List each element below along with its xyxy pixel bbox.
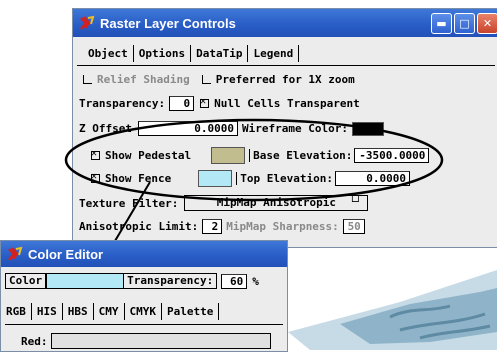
color-editor-app-icon	[7, 246, 23, 262]
color-tab-divider	[5, 324, 283, 325]
tab-his[interactable]: HIS	[32, 303, 63, 320]
tab-rgb[interactable]: RGB	[1, 303, 32, 320]
color-editor-tab-bar: RGB HIS HBS CMY CMYK Palette	[1, 303, 220, 320]
tab-cmy[interactable]: CMY	[94, 303, 125, 320]
color-editor-title-bar[interactable]: Color Editor	[1, 241, 287, 267]
color-editor-transparency-label: Transparency:	[124, 273, 218, 289]
color-label: Color	[5, 273, 47, 289]
color-editor-swatch[interactable]	[46, 273, 125, 289]
red-label: Red:	[21, 334, 48, 348]
color-editor-transparency-field[interactable]: 60	[221, 273, 248, 289]
tab-hbs[interactable]: HBS	[63, 303, 94, 320]
tab-palette[interactable]: Palette	[162, 303, 220, 320]
tab-cmyk[interactable]: CMYK	[125, 303, 162, 320]
color-editor-title: Color Editor	[28, 246, 104, 262]
color-editor-window: Color Editor Color Transparency: 60 % RG…	[0, 240, 288, 352]
red-slider[interactable]	[50, 333, 271, 349]
percent-label: %	[252, 274, 259, 288]
